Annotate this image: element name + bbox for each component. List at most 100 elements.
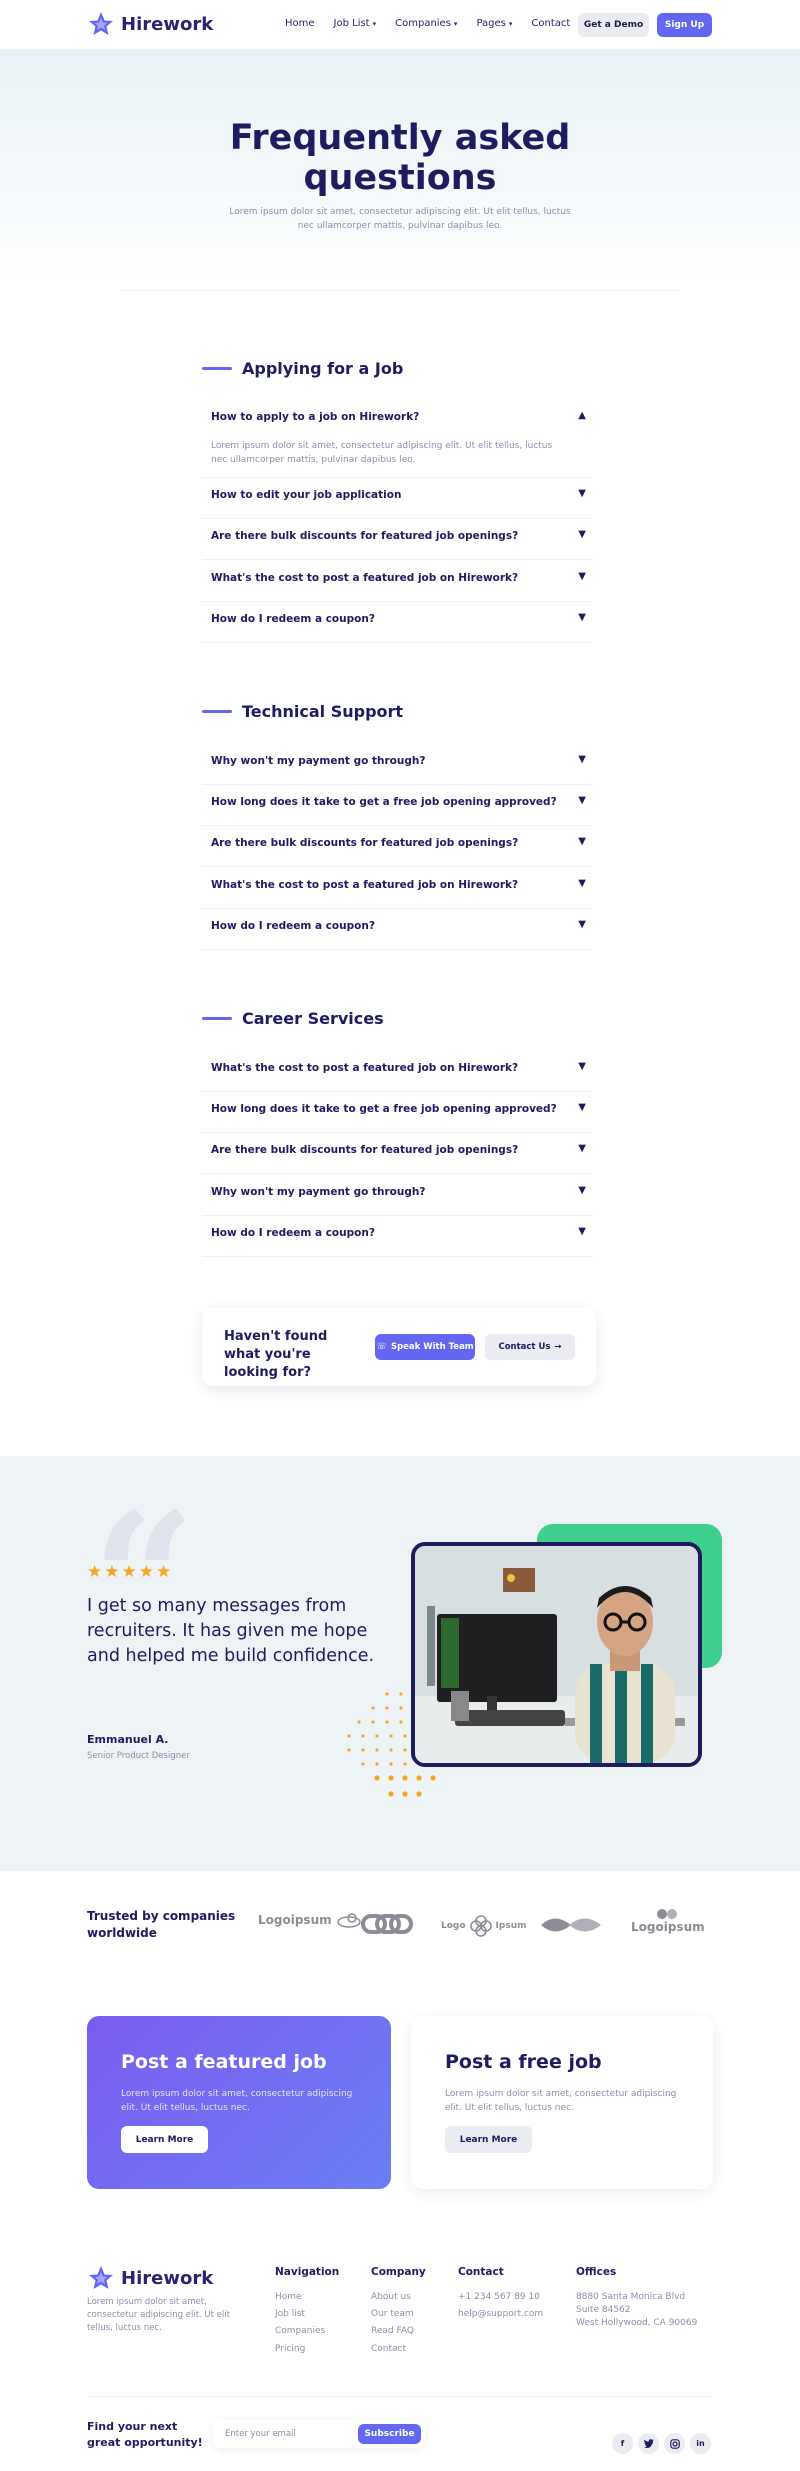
faq-item[interactable]: How do I redeem a coupon? ▼ bbox=[202, 919, 594, 950]
chevron-down-icon: ▼ bbox=[578, 919, 586, 930]
newsletter-text: Find your next great opportunity! bbox=[87, 2420, 203, 2449]
get-demo-button[interactable]: Get a Demo bbox=[578, 13, 649, 37]
rating-stars: ★★★★★ bbox=[87, 1562, 174, 1582]
footer-address-line: West Hollywood, CA 90069 bbox=[576, 2318, 698, 2328]
nav-companies[interactable]: Companies ▾ bbox=[395, 18, 457, 29]
faq-question: What's the cost to post a featured job o… bbox=[211, 572, 519, 584]
faq-question: How do I redeem a coupon? bbox=[211, 920, 375, 932]
person-at-desk-illustration bbox=[415, 1546, 698, 1763]
testimonial-quote: I get so many messages from recruiters. … bbox=[87, 1596, 375, 1666]
faq-item[interactable]: Are there bulk discounts for featured jo… bbox=[202, 836, 594, 867]
nav-pages[interactable]: Pages ▾ bbox=[476, 18, 512, 29]
faq-item[interactable]: How do I redeem a coupon? ▼ bbox=[202, 612, 594, 643]
faq-section-title: Applying for a Job bbox=[242, 359, 404, 378]
site-header: Hirework Home Job List ▾ Companies ▾ Pages… bbox=[0, 0, 800, 50]
faq-question: Why won't my payment go through? bbox=[211, 755, 426, 767]
circles-logo-icon bbox=[656, 1909, 677, 1919]
page-title: Frequently asked questions bbox=[229, 118, 571, 198]
headset-icon: ☏ bbox=[376, 1342, 387, 1352]
chevron-down-icon: ▼ bbox=[578, 1061, 586, 1072]
learn-more-button[interactable]: Learn More bbox=[121, 2126, 208, 2153]
accent-line bbox=[202, 367, 232, 370]
accent-line bbox=[202, 710, 232, 713]
linkedin-icon[interactable]: in bbox=[690, 2433, 711, 2454]
footer-link[interactable]: Home bbox=[275, 2292, 302, 2302]
footer-offices-heading: Offices bbox=[576, 2266, 617, 2278]
faq-item[interactable]: What's the cost to post a featured job o… bbox=[202, 571, 594, 602]
sign-up-button[interactable]: Sign Up bbox=[657, 13, 712, 37]
help-cta-card: Haven't found what you're looking for? ☏… bbox=[202, 1308, 596, 1386]
nav-contact[interactable]: Contact bbox=[531, 18, 570, 29]
footer-link[interactable]: Read FAQ bbox=[371, 2326, 414, 2336]
chain-logo-icon bbox=[361, 1914, 413, 1934]
cta-text: Haven't found what you're looking for? bbox=[224, 1329, 328, 1380]
faq-item[interactable]: Are there bulk discounts for featured jo… bbox=[202, 529, 594, 560]
trusted-title: Trusted by companies worldwide bbox=[87, 1909, 236, 1940]
brand-logo[interactable]: Hirework bbox=[87, 10, 213, 38]
faq-item[interactable]: Are there bulk discounts for featured jo… bbox=[202, 1143, 594, 1174]
card-title: Post a free job bbox=[445, 2051, 602, 2073]
contact-us-button[interactable]: Contact Us → bbox=[485, 1334, 575, 1360]
chevron-down-icon: ▼ bbox=[578, 529, 586, 540]
footer-link[interactable]: Contact bbox=[371, 2344, 406, 2354]
faq-item[interactable]: What's the cost to post a featured job o… bbox=[202, 878, 594, 909]
nav-home[interactable]: Home bbox=[285, 18, 315, 29]
faq-question: What's the cost to post a featured job o… bbox=[211, 1062, 519, 1074]
footer-link[interactable]: About us bbox=[371, 2292, 411, 2302]
chevron-down-icon: ▼ bbox=[578, 571, 586, 582]
faq-question: How long does it take to get a free job … bbox=[211, 796, 557, 808]
email-input[interactable] bbox=[225, 2426, 345, 2442]
chevron-down-icon: ▾ bbox=[372, 19, 377, 28]
faq-question: Are there bulk discounts for featured jo… bbox=[211, 837, 519, 849]
footer-divider bbox=[87, 2396, 713, 2397]
faq-answer: Lorem ipsum dolor sit amet, consectetur … bbox=[211, 441, 553, 465]
subscribe-button[interactable]: Subscribe bbox=[358, 2424, 421, 2444]
footer-phone[interactable]: +1 234 567 89 10 bbox=[458, 2292, 540, 2302]
chevron-down-icon: ▼ bbox=[578, 1226, 586, 1237]
faq-question: How do I redeem a coupon? bbox=[211, 1227, 375, 1239]
faq-item[interactable]: What's the cost to post a featured job o… bbox=[202, 1061, 594, 1092]
accent-line bbox=[202, 1017, 232, 1020]
card-text: Lorem ipsum dolor sit amet, consectetur … bbox=[121, 2089, 353, 2113]
faq-item[interactable]: Why won't my payment go through? ▼ bbox=[202, 1185, 594, 1216]
faq-question: How to apply to a job on Hirework? bbox=[211, 411, 420, 423]
twitter-icon[interactable] bbox=[638, 2433, 659, 2454]
footer-link[interactable]: Pricing bbox=[275, 2344, 305, 2354]
faq-item[interactable]: How to edit your job application ▼ bbox=[202, 488, 594, 519]
faq-item[interactable]: How long does it take to get a free job … bbox=[202, 795, 594, 826]
company-logo: Logo Ipsum bbox=[441, 1915, 526, 1937]
footer-email[interactable]: help@support.com bbox=[458, 2309, 543, 2319]
cloud-logo-icon bbox=[336, 1913, 361, 1928]
chevron-down-icon: ▼ bbox=[578, 1143, 586, 1154]
footer-company-heading: Company bbox=[371, 2266, 426, 2278]
faq-item[interactable]: How to apply to a job on Hirework? ▲ Lor… bbox=[202, 410, 594, 478]
footer-nav-heading: Navigation bbox=[275, 2266, 340, 2278]
faq-question: How do I redeem a coupon? bbox=[211, 613, 375, 625]
chevron-up-icon: ▲ bbox=[578, 410, 586, 421]
star-logo-icon bbox=[89, 12, 113, 35]
faq-item[interactable]: Why won't my payment go through? ▼ bbox=[202, 754, 594, 785]
speak-with-team-button[interactable]: ☏ Speak With Team bbox=[375, 1334, 475, 1360]
chevron-down-icon: ▼ bbox=[578, 795, 586, 806]
footer-description: Lorem ipsum dolor sit amet, consectetur … bbox=[87, 2297, 230, 2333]
footer-link[interactable]: Companies bbox=[275, 2326, 325, 2336]
divider bbox=[120, 290, 680, 291]
faq-question: What's the cost to post a featured job o… bbox=[211, 879, 519, 891]
star-logo-icon bbox=[89, 2266, 113, 2289]
testimonial-photo bbox=[411, 1542, 702, 1767]
facebook-icon[interactable]: f bbox=[612, 2433, 633, 2454]
footer-brand-logo[interactable]: Hirework bbox=[87, 2264, 213, 2292]
faq-question: Why won't my payment go through? bbox=[211, 1186, 426, 1198]
footer-link[interactable]: Job list bbox=[275, 2309, 305, 2319]
newsletter-form: Subscribe bbox=[213, 2420, 425, 2448]
footer-link[interactable]: Our team bbox=[371, 2309, 414, 2319]
faq-question: How to edit your job application bbox=[211, 489, 402, 501]
learn-more-button[interactable]: Learn More bbox=[445, 2126, 532, 2153]
nav-job-list[interactable]: Job List ▾ bbox=[334, 18, 377, 29]
chevron-down-icon: ▾ bbox=[453, 19, 458, 28]
flower-logo-icon bbox=[469, 1915, 492, 1937]
instagram-icon[interactable] bbox=[664, 2433, 685, 2454]
faq-item[interactable]: How long does it take to get a free job … bbox=[202, 1102, 594, 1133]
main-nav: Home Job List ▾ Companies ▾ Pages ▾ Contact bbox=[285, 18, 570, 29]
faq-item[interactable]: How do I redeem a coupon? ▼ bbox=[202, 1226, 594, 1257]
